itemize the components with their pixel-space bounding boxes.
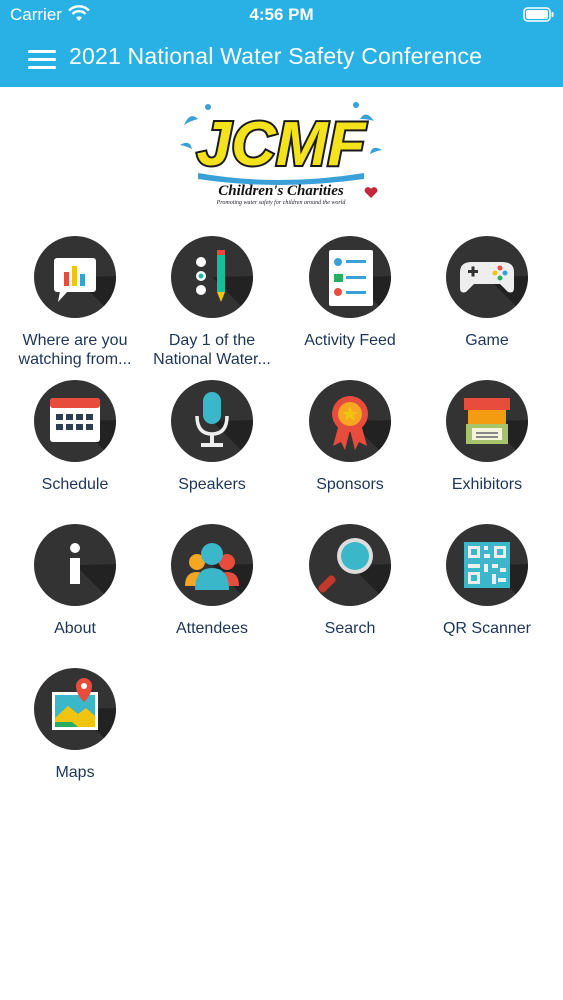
tile-day1[interactable]: Day 1 of the National Water... (143, 236, 281, 376)
tile-label: Activity Feed (304, 332, 396, 349)
tile-where-watching[interactable]: Where are you watching from... (6, 236, 144, 376)
tile-label: Search (324, 620, 376, 637)
heart-icon (364, 187, 378, 198)
tile-qr-scanner[interactable]: QR Scanner (418, 524, 556, 664)
logo-text: JCMF (197, 110, 368, 179)
award-ribbon-icon (309, 380, 391, 462)
gamepad-icon (446, 236, 528, 318)
microphone-icon (171, 380, 253, 462)
tile-speakers[interactable]: Speakers (143, 380, 281, 520)
tile-label: Exhibitors (451, 476, 523, 493)
tile-label: Sponsors (316, 476, 384, 493)
tile-label: About (54, 620, 96, 637)
tile-label: Where are you (22, 332, 128, 349)
store-booth-icon (446, 380, 528, 462)
page-title: 2021 National Water Safety Conference (69, 43, 483, 69)
tile-activity-feed[interactable]: Activity Feed (281, 236, 419, 376)
tile-sponsors[interactable]: Sponsors (281, 380, 419, 520)
calendar-icon (34, 380, 116, 462)
info-icon (34, 524, 116, 606)
tile-label-line2: National Water... (153, 351, 271, 368)
tile-label: Schedule (41, 476, 109, 493)
magnifier-icon (309, 524, 391, 606)
qr-code-icon (446, 524, 528, 606)
map-pin-icon (34, 668, 116, 750)
tile-label: Day 1 of the (168, 332, 256, 349)
battery-icon (523, 7, 555, 28)
clock: 4:56 PM (249, 5, 314, 24)
tile-schedule[interactable]: Schedule (6, 380, 144, 520)
logo-tagline: Promoting water safety for children arou… (216, 200, 346, 206)
tile-label: Maps (55, 764, 95, 781)
tile-attendees[interactable]: Attendees (143, 524, 281, 664)
hamburger-menu-icon[interactable] (26, 44, 58, 74)
tile-label-line2: watching from... (18, 351, 132, 368)
logo-subtitle: Children's Charities (218, 183, 344, 199)
tile-maps[interactable]: Maps (6, 668, 144, 808)
tile-about[interactable]: About (6, 524, 144, 664)
pencil-list-icon (171, 236, 253, 318)
tile-game[interactable]: Game (418, 236, 556, 376)
people-group-icon (171, 524, 253, 606)
nav-bar: 2021 National Water Safety Conference (0, 30, 563, 87)
tile-label: Attendees (175, 620, 249, 637)
status-bar: Carrier 4:56 PM (0, 0, 563, 30)
tile-label: Game (465, 332, 509, 349)
chat-chart-icon (34, 236, 116, 318)
jcmf-logo: JCMF Children's Charities Promoting wate… (178, 95, 384, 210)
tile-label: Speakers (178, 476, 246, 493)
tile-label: QR Scanner (442, 620, 532, 637)
activity-list-icon (309, 236, 391, 318)
tile-search[interactable]: Search (281, 524, 419, 664)
tile-exhibitors[interactable]: Exhibitors (418, 380, 556, 520)
